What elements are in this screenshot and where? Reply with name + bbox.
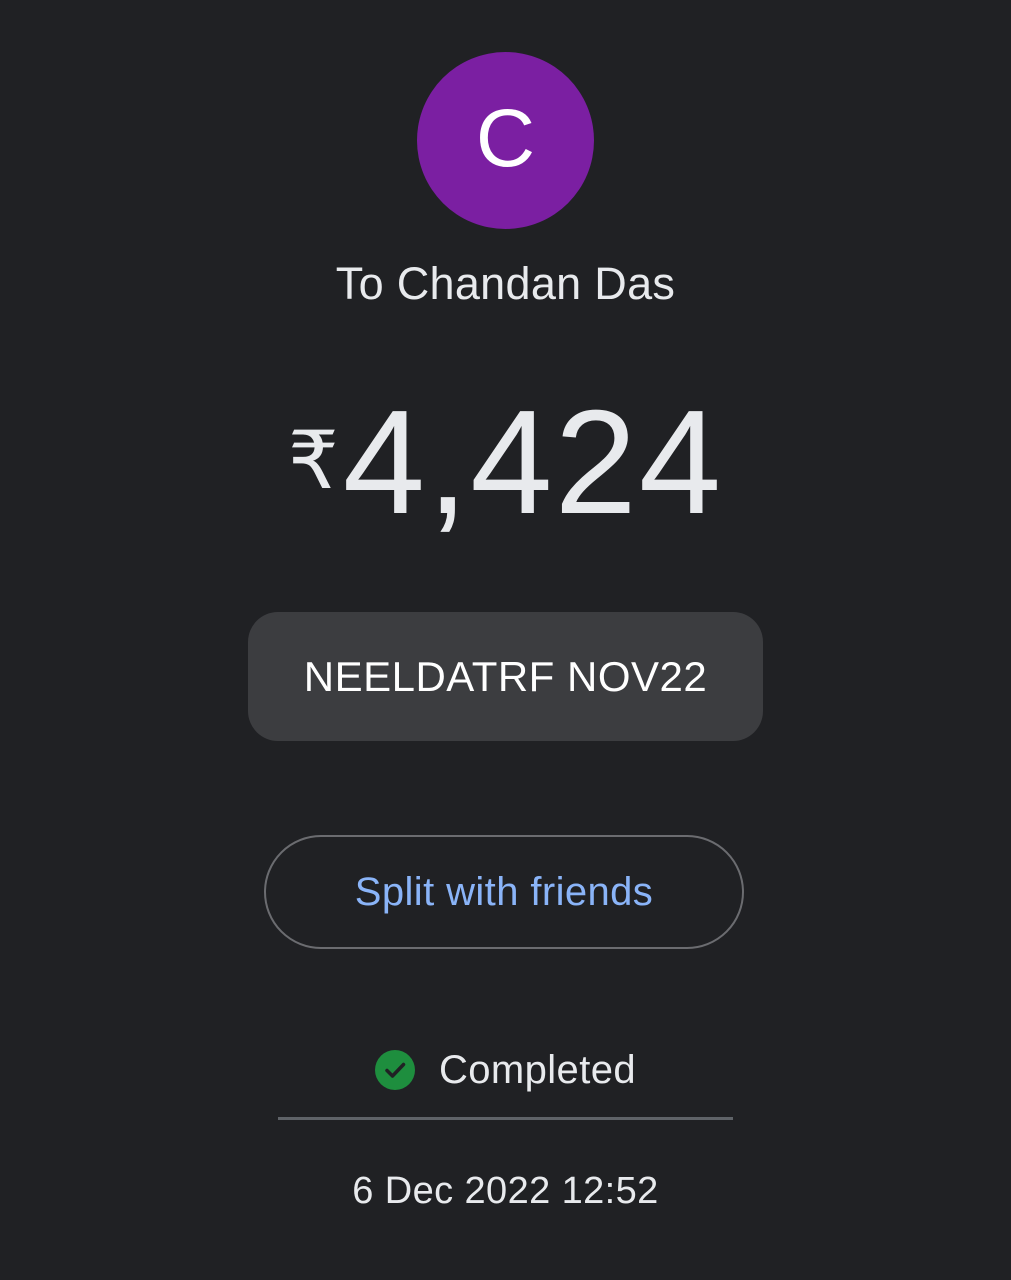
check-circle-icon: [374, 1050, 415, 1090]
avatar-letter: C: [475, 92, 536, 184]
status-row: Completed: [0, 1040, 1011, 1100]
transaction-details-screen: C To Chandan Das ₹4,424 NEELDATRF NOV22 …: [0, 0, 1011, 1280]
payment-note-text: NEELDATRF NOV22: [303, 652, 708, 700]
divider: [278, 1117, 733, 1120]
split-button-label: Split with friends: [354, 869, 654, 914]
split-with-friends-button[interactable]: Split with friends: [264, 835, 744, 949]
transaction-timestamp: 6 Dec 2022 12:52: [352, 1170, 659, 1212]
payment-amount: ₹4,424: [0, 388, 1011, 538]
payment-note: NEELDATRF NOV22: [248, 612, 763, 741]
currency-symbol: ₹: [287, 416, 339, 505]
status-text: Completed: [438, 1047, 637, 1092]
recipient-name: To Chandan Das: [335, 258, 676, 309]
amount-value: 4,424: [342, 380, 724, 545]
avatar: C: [417, 52, 594, 229]
